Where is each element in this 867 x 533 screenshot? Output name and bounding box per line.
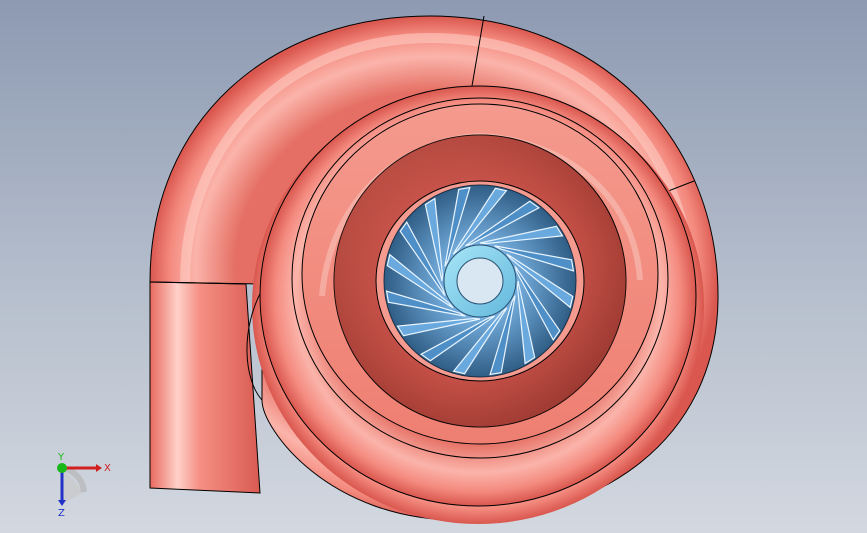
shaft-bore	[456, 257, 504, 305]
x-axis-label: X	[104, 463, 111, 474]
x-axis-arrow-icon	[96, 464, 102, 472]
impeller	[383, 184, 577, 378]
z-axis-label: Z	[58, 508, 65, 519]
y-axis-dot-icon	[57, 463, 67, 473]
z-axis-arrow-icon	[58, 500, 66, 506]
axis-triad: X Y Z	[57, 452, 111, 519]
pump-volute-model[interactable]	[0, 0, 867, 533]
graphics-viewport[interactable]: X Y Z	[0, 0, 867, 533]
y-axis-label: Y	[57, 452, 65, 463]
discharge-pipe	[149, 281, 261, 494]
